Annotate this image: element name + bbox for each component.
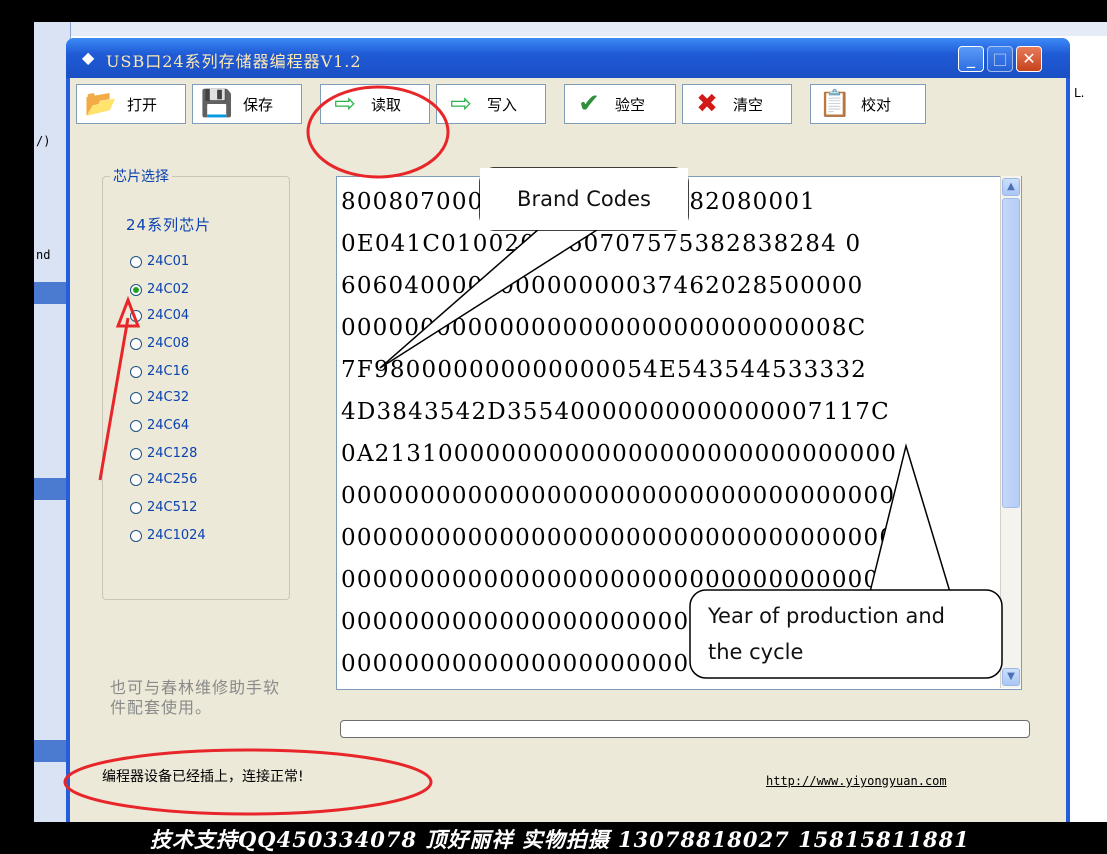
compare-button[interactable]: 📋 校对 bbox=[810, 84, 926, 124]
clear-button[interactable]: ✖ 清空 bbox=[682, 84, 792, 124]
chip-label: 24C01 bbox=[147, 254, 190, 269]
scroll-thumb[interactable] bbox=[1002, 198, 1020, 508]
chip-radio-24c1024[interactable]: 24C1024 bbox=[130, 528, 206, 543]
radio-circle-icon bbox=[130, 419, 142, 432]
compatibility-hint: 也可与春林维修助手软件配套使用。 bbox=[110, 678, 281, 717]
progress-bar bbox=[340, 720, 1030, 738]
radio-circle-icon bbox=[130, 391, 142, 404]
chip-series-title: 24系列芯片 bbox=[126, 216, 212, 234]
radio-circle-icon bbox=[130, 501, 142, 514]
hex-line: 606040000000000000037462028500000 bbox=[341, 273, 864, 299]
chip-radio-24c04[interactable]: 24C04 bbox=[130, 308, 189, 323]
chip-radio-24c16[interactable]: 24C16 bbox=[130, 364, 189, 379]
programmer-window: ◆ USB口24系列存储器编程器V1.2 _ □ ✕ 📂 打开 💾 保存 ⇨ 读… bbox=[66, 38, 1070, 822]
scroll-up-button[interactable]: ▲ bbox=[1002, 178, 1020, 196]
radio-circle-icon bbox=[130, 255, 142, 268]
hex-line: 00000000000000000000000000000008C bbox=[341, 315, 867, 341]
floppy-disk-icon: 💾 bbox=[200, 89, 234, 119]
write-button[interactable]: ⇨ 写入 bbox=[436, 84, 546, 124]
clear-label: 清空 bbox=[733, 95, 764, 114]
background-text-2: nd bbox=[36, 248, 51, 262]
save-label: 保存 bbox=[243, 95, 274, 114]
checkmark-icon: ✔ bbox=[578, 89, 600, 119]
chip-label: 24C16 bbox=[147, 364, 190, 379]
radio-selected-icon bbox=[130, 283, 142, 296]
save-button[interactable]: 💾 保存 bbox=[192, 84, 302, 124]
close-button[interactable]: ✕ bbox=[1016, 46, 1042, 72]
hex-line: 000000000000000000000000000000000000 bbox=[341, 525, 911, 551]
support-caption: 技术支持QQ450334078 顶好丽祥 实物拍摄 13078818027 15… bbox=[150, 827, 970, 852]
chip-label: 24C08 bbox=[147, 336, 190, 351]
toolbar: 📂 打开 💾 保存 ⇨ 读取 ⇨ 写入 ✔ 验空 ✖ 清空 📋 校对 bbox=[70, 82, 1066, 130]
vertical-scrollbar[interactable]: ▲ ▼ bbox=[1000, 176, 1021, 688]
chip-label: 24C32 bbox=[147, 390, 190, 405]
chip-radio-24c128[interactable]: 24C128 bbox=[130, 446, 197, 461]
chip-label: 24C128 bbox=[147, 446, 198, 461]
folder-icon: 📂 bbox=[84, 89, 118, 119]
brand-codes-label: Brand Codes bbox=[480, 168, 688, 230]
open-button[interactable]: 📂 打开 bbox=[76, 84, 186, 124]
arrow-right-icon: ⇨ bbox=[334, 89, 356, 119]
year-production-label: Year of production and the cycle bbox=[708, 604, 945, 664]
chip-label: 24C02 bbox=[147, 282, 190, 297]
open-label: 打开 bbox=[127, 95, 158, 114]
radio-circle-icon bbox=[130, 337, 142, 350]
chip-radio-24c512[interactable]: 24C512 bbox=[130, 500, 197, 515]
chip-radio-24c256[interactable]: 24C256 bbox=[130, 472, 197, 487]
chip-label: 24C1024 bbox=[147, 528, 206, 543]
hex-line: 4D3843542D35540000000000000007117C bbox=[341, 399, 890, 425]
chip-label: 24C256 bbox=[147, 472, 198, 487]
radio-circle-icon bbox=[130, 473, 142, 486]
verify-blank-label: 验空 bbox=[615, 95, 646, 114]
background-band-3 bbox=[34, 740, 70, 762]
chip-label: 24C64 bbox=[147, 418, 190, 433]
red-x-icon: ✖ bbox=[696, 89, 718, 119]
chip-radio-24c01[interactable]: 24C01 bbox=[130, 254, 189, 269]
verify-blank-button[interactable]: ✔ 验空 bbox=[564, 84, 676, 124]
arrow-right-icon: ⇨ bbox=[450, 89, 472, 119]
radio-circle-icon bbox=[130, 365, 142, 378]
background-window-header bbox=[70, 22, 1107, 36]
title-bar[interactable]: ◆ USB口24系列存储器编程器V1.2 _ □ ✕ bbox=[66, 38, 1070, 78]
radio-circle-icon bbox=[130, 447, 142, 460]
background-band-2 bbox=[34, 478, 70, 500]
hex-line: 0E041C0100200060707575382838284 0 bbox=[341, 231, 862, 257]
write-label: 写入 bbox=[487, 95, 518, 114]
scroll-down-button[interactable]: ▼ bbox=[1002, 668, 1020, 686]
compare-label: 校对 bbox=[861, 95, 892, 114]
maximize-button[interactable]: □ bbox=[987, 46, 1013, 72]
background-band-1 bbox=[34, 282, 70, 304]
chip-radio-24c32[interactable]: 24C32 bbox=[130, 390, 189, 405]
status-message: 编程器设备已经插上，连接正常! bbox=[102, 769, 304, 785]
chip-radio-24c08[interactable]: 24C08 bbox=[130, 336, 189, 351]
minimize-button[interactable]: _ bbox=[958, 46, 984, 72]
read-button[interactable]: ⇨ 读取 bbox=[320, 84, 430, 124]
chip-label: 24C512 bbox=[147, 500, 198, 515]
hex-line: 0A213100000000000000000000000000000 bbox=[341, 441, 898, 467]
hex-line: 000000000000000000000000000000000000 bbox=[341, 483, 911, 509]
background-text-1: /) bbox=[36, 134, 51, 148]
radio-circle-icon bbox=[130, 529, 142, 542]
chip-radio-24c64[interactable]: 24C64 bbox=[130, 418, 189, 433]
chip-select-label: 芯片选择 bbox=[110, 166, 172, 186]
window-title: USB口24系列存储器编程器V1.2 bbox=[106, 52, 362, 71]
chip-label: 24C04 bbox=[147, 308, 190, 323]
radio-circle-icon bbox=[130, 309, 142, 322]
background-right-text: L. bbox=[1074, 86, 1085, 100]
read-label: 读取 bbox=[371, 95, 402, 114]
app-chip-icon: ◆ bbox=[82, 48, 95, 67]
website-link[interactable]: http://www.yiyongyuan.com bbox=[766, 774, 947, 788]
clipboard-icon: 📋 bbox=[818, 89, 852, 119]
hex-line: 7F980000000000000054E543544533332 bbox=[341, 357, 867, 383]
chip-radio-24c02[interactable]: 24C02 bbox=[130, 282, 189, 297]
